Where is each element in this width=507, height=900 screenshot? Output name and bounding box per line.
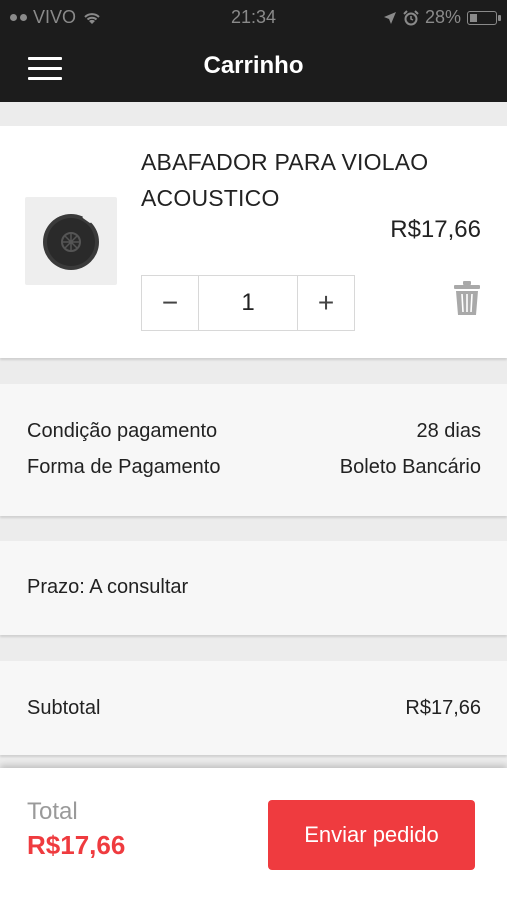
payment-method-value: Boleto Bancário [339, 456, 481, 478]
product-price: R$17,66 [390, 216, 481, 243]
total-label: Total [27, 798, 78, 825]
subtotal-label: Subtotal [27, 697, 101, 719]
battery-icon [467, 10, 501, 25]
quantity-stepper: − 1 + [141, 275, 355, 331]
product-name: ABAFADOR PARA VIOLAO ACOUSTICO [141, 149, 429, 211]
delivery-term-row: Prazo: A consultar [27, 576, 481, 599]
page-title: Carrinho [203, 52, 304, 79]
status-bar: VIVO 21:34 28% [0, 0, 507, 34]
battery-percentage: 28% [424, 7, 461, 27]
alarm-icon [403, 9, 419, 25]
delivery-term-card: Prazo: A consultar [0, 541, 507, 635]
checkout-footer: Total R$17,66 Enviar pedido [0, 768, 507, 900]
trash-icon[interactable] [453, 280, 481, 316]
guitar-soundhole-cover-icon [43, 213, 99, 270]
payment-condition-value: 28 dias [416, 420, 482, 442]
product-image[interactable] [25, 197, 117, 285]
app-header: Carrinho [0, 34, 507, 102]
subtotal-row: Subtotal R$17,66 [27, 697, 481, 720]
quantity-value[interactable]: 1 [198, 276, 298, 330]
top-bar: VIVO 21:34 28% Carrinho [0, 0, 507, 102]
delivery-term-text: Prazo: A consultar [27, 576, 189, 598]
subtotal-card: Subtotal R$17,66 [0, 661, 507, 755]
increment-button[interactable]: + [298, 276, 354, 330]
subtotal-value: R$17,66 [405, 697, 481, 719]
total-value: R$17,66 [27, 830, 126, 860]
payment-method-row[interactable]: Forma de Pagamento Boleto Bancário [27, 456, 481, 479]
status-right: 28% [383, 7, 501, 28]
decrement-button[interactable]: − [142, 276, 198, 330]
payment-condition-row[interactable]: Condição pagamento 28 dias [27, 420, 481, 443]
payment-info-card: Condição pagamento 28 dias Forma de Paga… [0, 384, 507, 516]
location-icon [383, 11, 396, 24]
payment-method-label: Forma de Pagamento [27, 456, 221, 478]
cart-item-card: ABAFADOR PARA VIOLAO ACOUSTICO R$17,66 −… [0, 126, 507, 358]
payment-condition-label: Condição pagamento [27, 420, 218, 442]
send-order-button[interactable]: Enviar pedido [268, 800, 475, 870]
